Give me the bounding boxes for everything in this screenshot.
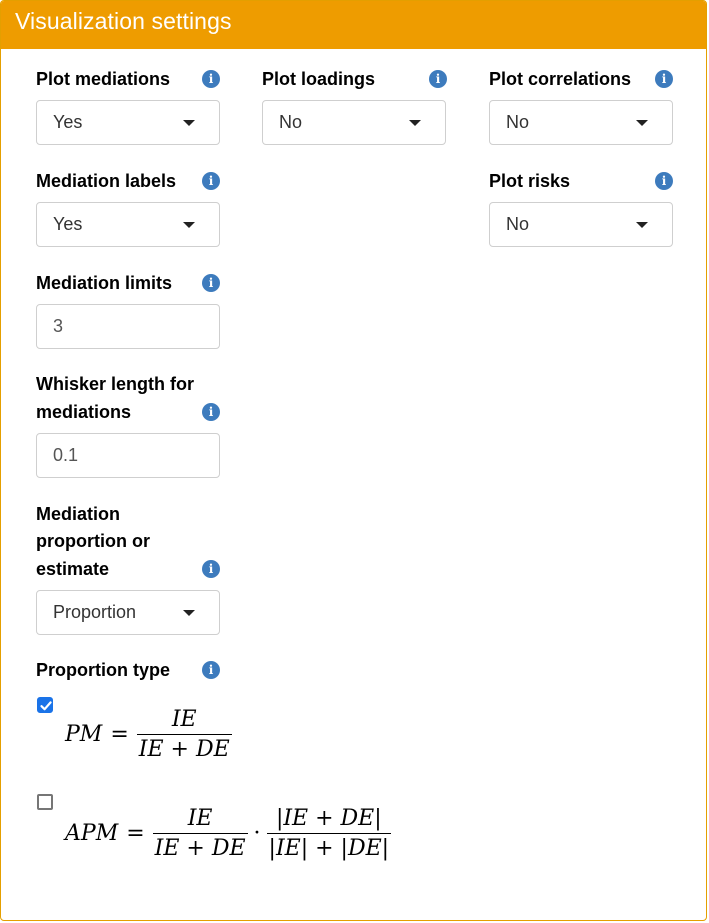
caret-down-icon xyxy=(183,222,195,228)
caret-down-icon xyxy=(409,120,421,126)
whisker-length-value: 0.1 xyxy=(53,445,79,465)
apm-equals: = xyxy=(126,821,145,846)
plot-risks-label: Plot risks xyxy=(489,171,571,191)
plot-loadings-label: Plot loadings xyxy=(262,69,376,89)
mediation-labels-value: Yes xyxy=(53,214,83,234)
mediation-labels-select[interactable]: Yes xyxy=(36,202,220,247)
info-icon[interactable]: i xyxy=(429,70,447,88)
mediation-prop-est-label-line3: estimate xyxy=(36,559,110,579)
whisker-length-label-line2: mediations xyxy=(36,402,132,422)
mediation-prop-est-label-line1: Mediation xyxy=(36,504,120,524)
pm-equals: = xyxy=(110,722,129,747)
plot-loadings-value: No xyxy=(279,112,303,132)
apm-numerator-2: |IE + DE| xyxy=(275,806,382,831)
info-icon[interactable]: i xyxy=(202,661,220,679)
mediation-labels-label: Mediation labels xyxy=(36,171,177,191)
plot-risks-value: No xyxy=(506,214,530,234)
apm-dot: · xyxy=(253,821,261,846)
apm-fraction-1: IE IE + DE xyxy=(152,806,248,861)
pm-lhs: PM xyxy=(65,722,103,747)
apm-formula: APM = IE IE + DE · |IE + DE| |IE| + |DE| xyxy=(65,806,392,861)
caret-down-icon xyxy=(636,222,648,228)
apm-lhs: APM xyxy=(65,821,119,846)
plot-correlations-select[interactable]: No xyxy=(489,100,673,145)
pm-denominator: IE + DE xyxy=(138,737,230,762)
info-icon[interactable]: i xyxy=(202,70,220,88)
plot-risks-select[interactable]: No xyxy=(489,202,673,247)
info-icon[interactable]: i xyxy=(202,560,220,578)
plot-mediations-label: Plot mediations xyxy=(36,69,171,89)
check-icon xyxy=(40,701,52,711)
whisker-length-label-line1: Whisker length for xyxy=(36,374,195,394)
mediation-prop-est-label-line2: proportion or xyxy=(36,531,150,551)
caret-down-icon xyxy=(183,610,195,616)
mediation-limits-input[interactable]: 3 xyxy=(36,304,220,349)
panel-title: Visualization settings xyxy=(15,8,232,34)
plot-mediations-select[interactable]: Yes xyxy=(36,100,220,145)
mediation-prop-est-select[interactable]: Proportion xyxy=(36,590,220,635)
info-icon[interactable]: i xyxy=(202,403,220,421)
plot-mediations-value: Yes xyxy=(53,112,83,132)
pm-fraction: IE IE + DE xyxy=(136,707,232,762)
plot-correlations-value: No xyxy=(506,112,530,132)
plot-correlations-label: Plot correlations xyxy=(489,69,632,89)
caret-down-icon xyxy=(183,120,195,126)
mediation-limits-value: 3 xyxy=(53,316,64,336)
mediation-prop-est-value: Proportion xyxy=(53,602,137,622)
apm-numerator-1: IE xyxy=(187,806,213,831)
apm-denominator-1: IE + DE xyxy=(154,836,246,861)
pm-formula: PM = IE IE + DE xyxy=(65,707,232,762)
apm-fraction-2: |IE + DE| |IE| + |DE| xyxy=(266,806,392,861)
proportion-type-label: Proportion type xyxy=(36,660,170,680)
whisker-length-input[interactable]: 0.1 xyxy=(36,433,220,478)
apm-denominator-2: |IE| + |DE| xyxy=(268,836,390,861)
apm-checkbox[interactable] xyxy=(37,794,53,810)
info-icon[interactable]: i xyxy=(202,172,220,190)
caret-down-icon xyxy=(636,120,648,126)
pm-checkbox[interactable] xyxy=(37,697,53,713)
panel-header: Visualization settings xyxy=(1,1,706,49)
info-icon[interactable]: i xyxy=(202,274,220,292)
visualization-settings-panel: Visualization settings Plot mediations i… xyxy=(0,0,707,921)
mediation-limits-label: Mediation limits xyxy=(36,273,173,293)
pm-numerator: IE xyxy=(171,707,197,732)
info-icon[interactable]: i xyxy=(655,70,673,88)
plot-loadings-select[interactable]: No xyxy=(262,100,446,145)
info-icon[interactable]: i xyxy=(655,172,673,190)
